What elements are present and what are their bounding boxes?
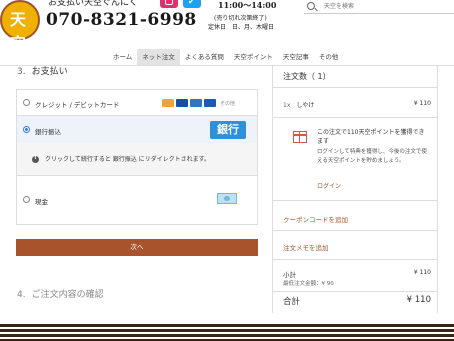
add-coupon-link[interactable]: クーポンコードを追加 <box>283 214 348 224</box>
search-bar[interactable] <box>304 0 454 14</box>
instagram-icon[interactable] <box>160 0 178 8</box>
divider <box>273 291 437 292</box>
main-nav: ホーム ネット注文 よくある質問 天空ポイント 天空記事 その他 <box>108 49 343 65</box>
credit-radio[interactable] <box>23 99 30 106</box>
points-login-text: ログインして特典を獲得し、今後の注文で使える天空ポイントを貯めましょう。 <box>317 149 427 164</box>
item-qty: 1x <box>283 102 291 109</box>
bank-redirect-info: クリックして続行すると 銀行振込 にリダイレクトされます。 <box>17 143 257 176</box>
divider <box>273 117 437 118</box>
bank-label: 銀行振込 <box>35 128 61 136</box>
payment-option-cash[interactable]: 現金 <box>17 193 257 224</box>
closed-days: 定休日 日、月、木曜日 <box>208 24 275 31</box>
item-name: しやけ <box>296 102 315 109</box>
visa-icon <box>176 99 188 107</box>
divider <box>273 259 437 260</box>
gift-icon <box>292 131 307 143</box>
total-label: 合計 <box>283 297 301 307</box>
mastercard-icon <box>162 99 174 107</box>
more-cards-label: その他 <box>220 100 236 107</box>
login-link[interactable]: ログイン <box>317 181 341 190</box>
subtotal-label: 小計 <box>283 271 296 279</box>
nav-faq[interactable]: よくある質問 <box>180 49 229 65</box>
shop-logo[interactable]: 天空 <box>0 0 40 53</box>
hours-note: (売り切れ次第終了) <box>214 15 267 22</box>
cart-item: 1x しやけ ¥ 110 <box>283 100 431 109</box>
jcb-icon <box>204 99 216 107</box>
nav-home[interactable]: ホーム <box>108 49 137 65</box>
search-input[interactable] <box>324 1 444 12</box>
cash-icon <box>217 193 237 204</box>
cash-label: 現金 <box>35 198 48 206</box>
logo-text: 天空 <box>10 10 27 53</box>
nav-online-order[interactable]: ネット注文 <box>137 49 180 65</box>
minimum-order: 最低注文金額：¥ 90 <box>283 281 334 287</box>
payment-options: クレジット / デビットカード その他 銀行振込 銀行 クリックして続行すると … <box>16 89 258 225</box>
payment-option-credit[interactable]: クレジット / デビットカード その他 <box>17 90 257 116</box>
info-icon <box>32 155 39 163</box>
next-button[interactable]: 次へ <box>16 239 258 256</box>
bank-redirect-text: クリックして続行すると 銀行振込 にリダイレクトされます。 <box>45 156 211 163</box>
twitter-icon[interactable]: ✔ <box>183 0 201 8</box>
section-review-heading[interactable]: 4. ご注文内容の確認 <box>17 287 104 300</box>
payment-option-bank[interactable]: 銀行振込 銀行 <box>17 116 257 143</box>
total-value: ¥ 110 <box>406 295 431 305</box>
section-number: 3. <box>17 67 26 77</box>
header-tagline: お支払い天空ぐんにく <box>48 0 138 8</box>
amex-icon <box>190 99 202 107</box>
item-price: ¥ 110 <box>413 100 431 107</box>
section-payment-heading: 3. お支払い <box>17 64 68 77</box>
bank-radio[interactable] <box>23 126 30 133</box>
points-earn-text: この注文で110天空ポイントを獲得できます <box>317 129 425 145</box>
phone-number[interactable]: 070-8321-6998 <box>46 10 197 30</box>
card-brands: その他 <box>162 99 235 107</box>
cash-radio[interactable] <box>23 196 30 203</box>
total-row: 合計 ¥ 110 <box>283 295 431 307</box>
add-memo-link[interactable]: 注文メモを追加 <box>283 242 329 252</box>
nav-articles[interactable]: 天空記事 <box>278 49 314 65</box>
section4-number: 4. <box>17 290 26 300</box>
site-header: 天空 お支払い天空ぐんにく 070-8321-6998 ✔ 11:00〜14:0… <box>0 0 454 53</box>
subtotal-value: ¥ 110 <box>413 269 431 276</box>
search-icon[interactable] <box>307 2 315 10</box>
divider <box>273 230 437 231</box>
nav-other[interactable]: その他 <box>314 49 344 65</box>
order-summary: 注文数（ 1） 1x しやけ ¥ 110 この注文で110天空ポイントを獲得できま… <box>272 65 438 313</box>
credit-label: クレジット / デビットカード <box>35 101 120 109</box>
section-title: お支払い <box>31 67 68 77</box>
bank-icon: 銀行 <box>210 121 246 139</box>
order-count-title: 注文数（ 1） <box>283 72 331 81</box>
business-hours: 11:00〜14:00 <box>218 0 277 10</box>
footer-stripes <box>0 324 454 341</box>
nav-points[interactable]: 天空ポイント <box>229 49 278 65</box>
section4-title: ご注文内容の確認 <box>31 290 104 300</box>
divider <box>273 87 437 88</box>
divider <box>273 200 437 201</box>
subtotal-row: 小計 ¥ 110 <box>283 269 431 279</box>
